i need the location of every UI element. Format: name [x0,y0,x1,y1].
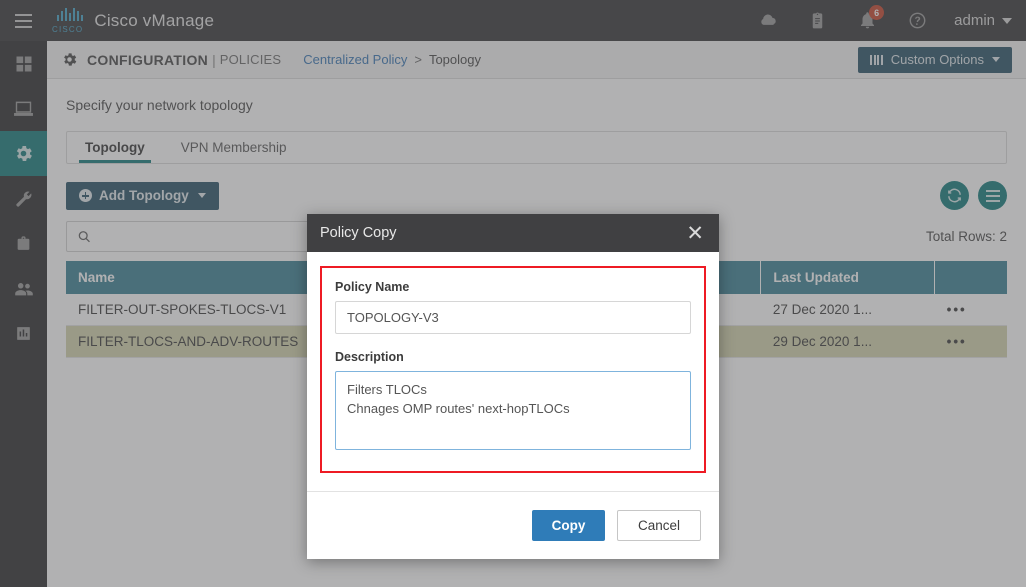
copy-button[interactable]: Copy [532,510,605,541]
dialog-title: Policy Copy [320,225,397,241]
policy-name-input[interactable] [335,301,691,334]
dialog-footer: Copy Cancel [307,491,719,559]
policy-name-label: Policy Name [335,280,691,294]
dialog-body: Policy Name Description Filters TLOCs Ch… [307,252,719,491]
app-root: CISCO Cisco vManage 6 admin [0,0,1026,587]
annotation-highlight-box: Policy Name Description Filters TLOCs Ch… [320,266,706,473]
description-label: Description [335,350,691,364]
description-textarea[interactable]: Filters TLOCs Chnages OMP routes' next-h… [335,371,691,450]
close-icon[interactable]: ✕ [684,223,706,244]
cancel-button[interactable]: Cancel [617,510,701,541]
policy-copy-dialog: Policy Copy ✕ Policy Name Description Fi… [307,214,719,559]
dialog-header: Policy Copy ✕ [307,214,719,252]
